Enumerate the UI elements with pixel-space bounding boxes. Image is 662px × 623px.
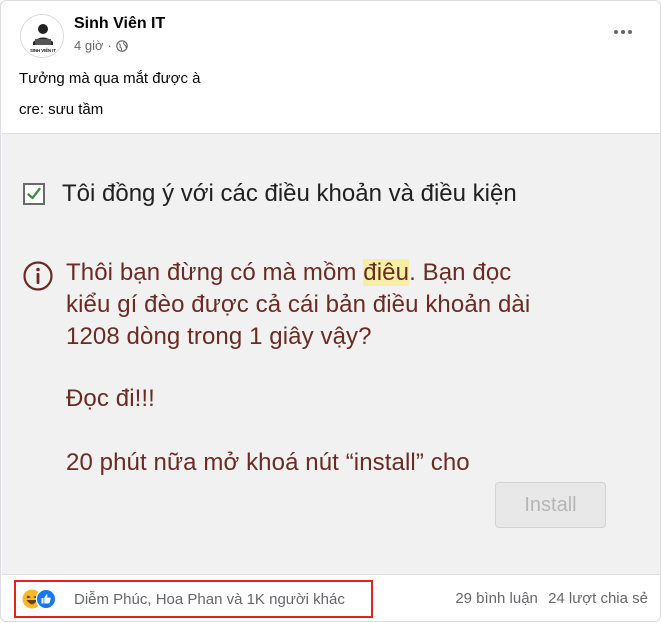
post-caption-line2: cre: sưu tầm xyxy=(19,101,104,118)
warning-line-1-end: . Bạn đọc xyxy=(409,259,512,286)
warning-line-1: Thôi bạn đừng có mà mồm điêu. Bạn đọc xyxy=(66,259,511,287)
info-icon xyxy=(23,261,53,291)
warning-line-4: Đọc đi!!! xyxy=(66,385,155,412)
engagement-counts: 29 bình luận 24 lượt chia sẻ xyxy=(449,590,648,607)
meta-separator: · xyxy=(107,38,112,53)
post-image[interactable]: Tôi đồng ý với các điều khoản và điều ki… xyxy=(2,133,660,575)
checkbox-checked-icon xyxy=(23,183,45,205)
more-options-icon[interactable] xyxy=(608,20,638,44)
reaction-names[interactable]: Diễm Phúc, Hoa Phan và 1K người khác xyxy=(74,591,345,608)
post-caption-line1: Tưởng mà qua mắt được à xyxy=(19,70,201,87)
agree-terms-text: Tôi đồng ý với các điều khoản và điều ki… xyxy=(62,180,517,207)
avatar-caption: SINH VIÊN IT xyxy=(30,48,56,53)
warning-line-1-start: Thôi bạn đừng có mà mồm xyxy=(66,259,364,286)
highlighted-word: điêu xyxy=(363,259,410,286)
post-meta: 4 giờ · xyxy=(74,38,128,53)
warning-line-3: 1208 dòng trong 1 giây vậy? xyxy=(66,323,372,350)
post-card: SINH VIÊN IT Sinh Viên IT 4 giờ · Tưởng … xyxy=(0,0,662,623)
post-time[interactable]: 4 giờ xyxy=(74,38,104,53)
reaction-icons xyxy=(22,588,62,610)
avatar-logo-icon: SINH VIÊN IT xyxy=(21,15,63,57)
like-reaction-icon xyxy=(36,589,56,609)
author-name[interactable]: Sinh Viên IT xyxy=(74,15,165,33)
warning-line-5: 20 phút nữa mở khoá nút “install” cho xyxy=(66,449,470,476)
reactions-summary[interactable]: Diễm Phúc, Hoa Phan và 1K người khác xyxy=(14,580,373,618)
post-footer: Diễm Phúc, Hoa Phan và 1K người khác 29 … xyxy=(0,575,662,623)
shares-count[interactable]: 24 lượt chia sẻ xyxy=(548,590,648,607)
globe-icon xyxy=(116,39,128,52)
page-avatar[interactable]: SINH VIÊN IT xyxy=(20,14,64,58)
comments-count[interactable]: 29 bình luận xyxy=(455,590,538,607)
install-button: Install xyxy=(495,482,606,528)
warning-line-2: kiểu gí đèo được cả cái bản điều khoản d… xyxy=(66,291,531,318)
